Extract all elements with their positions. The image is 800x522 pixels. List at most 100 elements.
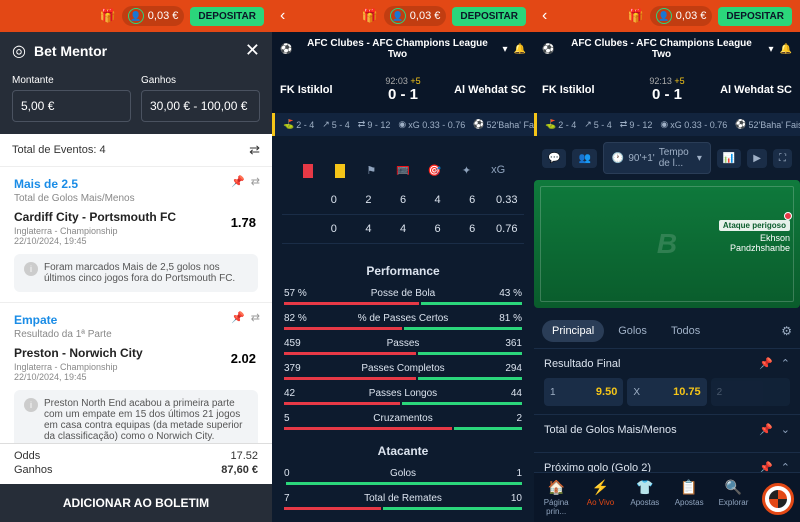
deposit-button[interactable]: DEPOSITAR [452, 7, 526, 26]
gift-icon[interactable]: 🎁 [100, 8, 116, 24]
away-team[interactable]: Al Wehdat SC [695, 84, 792, 96]
attacker-title: Atacante [272, 434, 534, 464]
events-count: Total de Eventos: 4 [12, 144, 106, 156]
perf-row: 7Total de Remates10 [272, 489, 534, 514]
stake-input[interactable] [12, 90, 131, 122]
league-name[interactable]: AFC Clubes - AFC Champions League Two [298, 38, 496, 60]
odd-button[interactable]: 2 [711, 378, 790, 406]
tip-box: iPreston North End acabou a primeira par… [14, 390, 258, 450]
match-date: 22/10/2024, 19:45 [14, 236, 258, 246]
chance-icon: ✦ [451, 164, 483, 178]
back-icon[interactable]: ‹ [542, 7, 547, 25]
perf-row: 57 %Posse de Bola43 % [272, 284, 534, 309]
topbar: 🎁 👤 0,03 € DEPOSITAR [0, 0, 272, 32]
market-title: Total de Golos Mais/Menos [544, 424, 677, 436]
nav-fab[interactable] [756, 473, 800, 522]
nav-bets[interactable]: 👕Apostas [623, 473, 667, 522]
nav-home[interactable]: 🏠Página prin... [534, 473, 578, 522]
close-icon[interactable]: ✕ [245, 40, 260, 61]
odd-value: 1.78 [231, 215, 256, 230]
yellow-card-icon [335, 164, 345, 178]
refresh-icon[interactable]: ⇄ [251, 311, 260, 324]
stats-icon[interactable]: 📊 [717, 149, 741, 168]
market-name[interactable]: Mais de 2.5 [14, 177, 258, 191]
pin-icon[interactable]: 📌 [231, 311, 245, 324]
match-date: 22/10/2024, 19:45 [14, 372, 258, 382]
chevron-down-icon[interactable]: ⌄ [781, 423, 790, 436]
bell-icon[interactable]: 🔔 [514, 44, 526, 55]
odd-button[interactable]: 19.50 [544, 378, 623, 406]
phase-selector[interactable]: 🕐 90'+1' Tempo de l... ▾ [603, 142, 711, 174]
expand-icon[interactable]: ⛶ [773, 149, 792, 168]
betmentor-header: ◎ Bet Mentor ✕ [0, 32, 272, 69]
match-teams: Cardiff City - Portsmouth FC [14, 210, 258, 224]
refresh-icon[interactable]: ⇄ [251, 175, 260, 188]
gift-icon[interactable]: 🎁 [362, 8, 378, 24]
red-card-icon [303, 164, 313, 178]
score-value: 0 - 1 [385, 86, 420, 103]
video-icon[interactable]: ▶ [747, 149, 767, 168]
bell-icon[interactable]: 🔔 [780, 44, 792, 55]
lineup-icon[interactable]: 👥 [572, 149, 596, 168]
bottom-nav: 🏠Página prin... ⚡Ao Vivo 👕Apostas 📋Apost… [534, 472, 800, 522]
away-team[interactable]: Al Wehdat SC [431, 84, 526, 96]
nav-live[interactable]: ⚡Ao Vivo [578, 473, 622, 522]
corner-icon: ⚑ [355, 164, 387, 178]
target-icon: 🎯 [419, 164, 451, 178]
winnings-input[interactable] [141, 90, 260, 122]
odd-value: 2.02 [231, 351, 256, 366]
balance-pill[interactable]: 👤0,03 € [650, 6, 713, 26]
tab-golos[interactable]: Golos [608, 320, 657, 342]
match-league: Inglaterra - Championship [14, 226, 258, 236]
total-odds-label: Odds [14, 450, 40, 462]
winnings-label: Ganhos [141, 75, 260, 86]
market-sub: Resultado da 1ª Parte [14, 329, 258, 340]
shot-icon: 🥅 [387, 164, 419, 178]
home-team[interactable]: FK Istiklol [542, 84, 639, 96]
home-team[interactable]: FK Istiklol [280, 84, 375, 96]
league-name[interactable]: AFC Clubes - AFC Champions League Two [560, 38, 762, 60]
target-icon: ◎ [12, 41, 26, 61]
pin-icon[interactable]: 📌 [759, 423, 773, 436]
chat-icon[interactable]: 💬 [542, 149, 566, 168]
perf-row: 42Passes Longos44 [272, 384, 534, 409]
swap-icon[interactable]: ⇄ [249, 142, 260, 158]
odd-button[interactable]: X10.75 [627, 378, 706, 406]
topbar: ‹ 🎁 👤0,03 € DEPOSITAR [272, 0, 534, 32]
nav-explore[interactable]: 🔍Explorar [711, 473, 755, 522]
total-win-label: Ganhos [14, 464, 53, 476]
chevron-down-icon[interactable]: ▾ [503, 44, 508, 55]
perf-row: 379Passes Completos294 [272, 359, 534, 384]
perf-row: 0Golos1 [272, 464, 534, 489]
market-name[interactable]: Empate [14, 313, 258, 327]
pitch-view: B Ataque perigoso Ekhson Pandzhshanbe [534, 180, 800, 308]
balance-pill[interactable]: 👤0,03 € [384, 6, 447, 26]
add-to-slip-button[interactable]: ADICIONAR AO BOLETIM [0, 484, 272, 522]
chevron-down-icon[interactable]: ▾ [769, 44, 774, 55]
back-icon[interactable]: ‹ [280, 7, 285, 25]
chevron-up-icon[interactable]: ⌃ [781, 357, 790, 370]
tip-box: iForam marcados Mais de 2,5 golos nos úl… [14, 254, 258, 292]
nav-slip[interactable]: 📋Apostas [667, 473, 711, 522]
bet-card: 📌⇄ Empate Resultado da 1ª Parte Preston … [0, 302, 272, 460]
balance-pill[interactable]: 👤 0,03 € [122, 6, 185, 26]
clock-icon: 🕐 [612, 153, 624, 164]
tab-principal[interactable]: Principal [542, 320, 604, 342]
deposit-button[interactable]: DEPOSITAR [718, 7, 792, 26]
stats-strip[interactable]: ⛳ 2 - 4 ↗ 5 - 4 ⇄ 9 - 12 ◉ xG 0.33 - 0.7… [272, 113, 534, 136]
stats-strip[interactable]: ⛳ 2 - 4 ↗ 5 - 4 ⇄ 9 - 12 ◉ xG 0.33 - 0.7… [534, 113, 800, 136]
total-odds-value: 17.52 [230, 450, 258, 462]
gift-icon[interactable]: 🎁 [628, 8, 644, 24]
total-win-value: 87,60 € [221, 464, 258, 476]
tab-todos[interactable]: Todos [661, 320, 710, 342]
betmentor-title: Bet Mentor [34, 43, 237, 59]
deposit-button[interactable]: DEPOSITAR [190, 7, 264, 26]
pin-icon[interactable]: 📌 [231, 175, 245, 188]
score-value: 0 - 1 [649, 86, 684, 103]
perf-row: 459Passes361 [272, 334, 534, 359]
balance-value: 0,03 € [148, 10, 179, 22]
settings-icon[interactable]: ⚙ [781, 324, 792, 338]
pin-icon[interactable]: 📌 [759, 357, 773, 370]
topbar: ‹ 🎁 👤0,03 € DEPOSITAR [534, 0, 800, 32]
bet-card: 📌⇄ Mais de 2.5 Total de Golos Mais/Menos… [0, 166, 272, 302]
